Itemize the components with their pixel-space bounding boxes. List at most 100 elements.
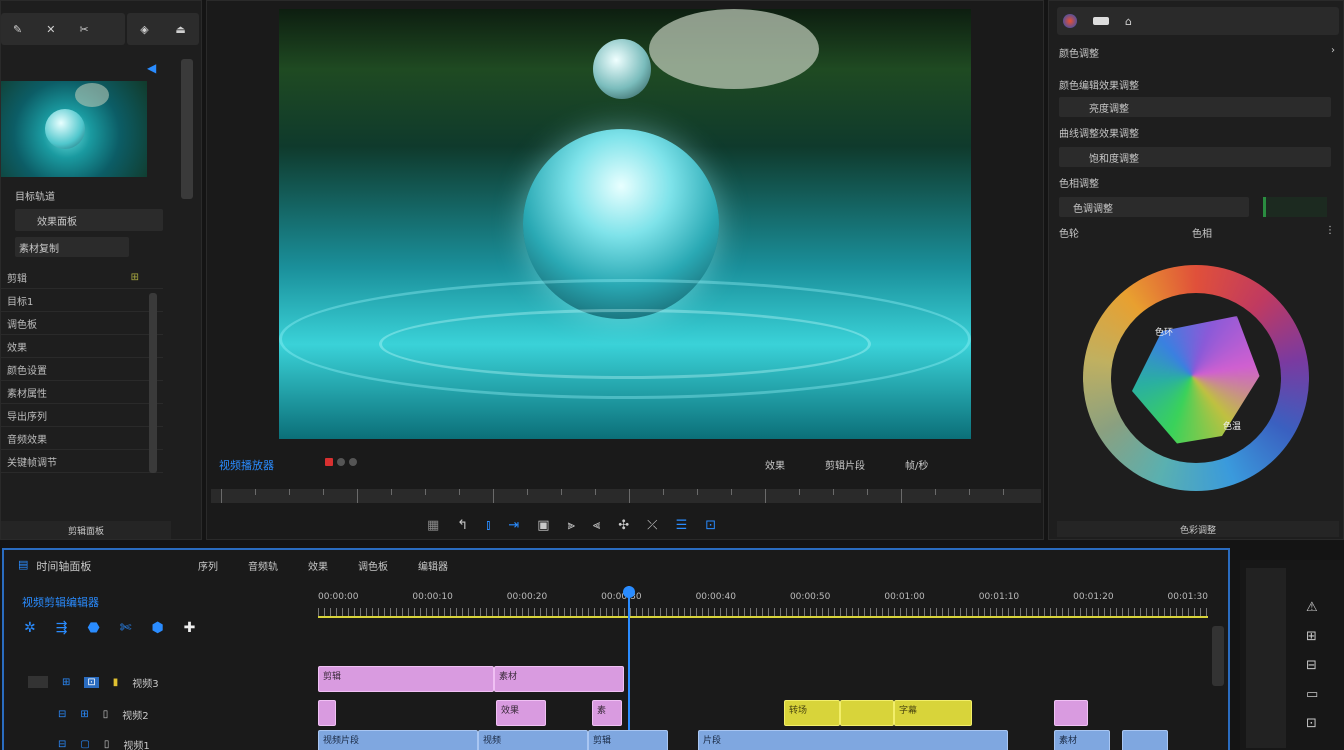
track-header[interactable]: ⊞ ⊡ ▮ 视频3 xyxy=(28,670,318,694)
chevron-right-icon[interactable]: › xyxy=(1331,45,1335,60)
list-item[interactable]: 颜色设置 xyxy=(1,359,163,381)
home-icon[interactable]: ⌂ xyxy=(1125,15,1132,28)
color-icon[interactable] xyxy=(1063,14,1077,28)
add-icon[interactable]: ✚ xyxy=(184,620,196,636)
clip-thumbnail[interactable] xyxy=(1,81,147,177)
bin-icon[interactable]: ◀ xyxy=(147,61,156,75)
wheel-label-right: 色温 xyxy=(1223,422,1242,432)
transport-controls: ▦ ↰ ⫾ ⇥ ▣ ⫸ ⫷ ✣ ⤫ ☰ ⊡ xyxy=(427,513,827,537)
clip[interactable] xyxy=(318,700,336,726)
prop-row-label: 目标轨道 xyxy=(15,191,55,203)
panel-icon[interactable]: ▭ xyxy=(1306,687,1318,702)
clip[interactable]: 素 xyxy=(592,700,622,726)
list-item[interactable]: 素材属性 xyxy=(1,382,163,404)
prop-field-1[interactable]: 效果面板 xyxy=(15,209,163,231)
frame-icon[interactable]: ⊡ xyxy=(1306,716,1318,731)
timeline-tools: ✲ ⇶ ⬣ ✄ ⬢ ✚ xyxy=(24,620,195,636)
close-icon[interactable]: ✕ xyxy=(46,23,55,36)
ripple-icon[interactable]: ⬣ xyxy=(87,620,99,636)
clip[interactable]: 视频 xyxy=(478,730,588,750)
scissors-icon[interactable]: ✂ xyxy=(79,23,88,36)
timecode-label: 00:00:50 xyxy=(789,592,831,602)
video-frame[interactable] xyxy=(279,9,971,439)
list-item[interactable]: 目标1 xyxy=(1,290,163,312)
track-header[interactable]: ⊟ ⊞ ▯ 视频2 xyxy=(58,702,318,726)
clip[interactable]: 素材 xyxy=(494,666,624,692)
scrub-tick xyxy=(357,489,358,503)
go-to-in-icon[interactable]: ⇥ xyxy=(508,518,519,533)
grid-icon[interactable]: ⊞ xyxy=(1306,629,1318,644)
razor-icon[interactable]: ✄ xyxy=(120,620,132,636)
collapse-icon[interactable]: ⊟ xyxy=(1306,658,1318,673)
effects-label[interactable]: 效果 xyxy=(765,457,785,472)
export-frame-icon[interactable]: ⊡ xyxy=(705,518,716,533)
tab-effects[interactable]: 效果 xyxy=(308,558,328,573)
fps-label[interactable]: 帧/秒 xyxy=(905,457,928,472)
tab-editor[interactable]: 编辑器 xyxy=(418,558,448,573)
clip[interactable] xyxy=(1122,730,1168,750)
time-ruler[interactable]: 00:00:00 00:00:10 00:00:20 00:00:30 00:00:40… xyxy=(318,588,1208,618)
clip[interactable]: 剪辑 xyxy=(588,730,668,750)
list-item[interactable]: 关键帧调节 xyxy=(1,451,163,473)
pen-icon[interactable]: ✎ xyxy=(13,23,22,36)
menu-icon[interactable]: ☰ xyxy=(676,518,688,533)
prop-row-1[interactable]: 目标轨道 xyxy=(1,185,161,205)
tab-audio[interactable]: 音频轨 xyxy=(248,558,278,573)
slip-icon[interactable]: ⬢ xyxy=(151,620,163,636)
diamond-icon[interactable]: ◈ xyxy=(140,23,148,36)
clip[interactable]: 剪辑 xyxy=(318,666,494,692)
clip[interactable] xyxy=(1054,700,1088,726)
prop-field-2[interactable]: 素材复制 xyxy=(15,237,129,257)
toggle-icon[interactable] xyxy=(1093,17,1109,25)
list-item[interactable]: 音频效果 xyxy=(1,428,163,450)
insert-icon[interactable]: ✣ xyxy=(618,518,629,533)
prop-field-label: 效果面板 xyxy=(37,216,77,228)
tone-swatch[interactable] xyxy=(1263,197,1327,217)
clip[interactable] xyxy=(840,700,894,726)
track-header[interactable]: ⊟ ▢ ▯ 视频1 xyxy=(58,732,318,750)
scrub-tick xyxy=(969,489,970,495)
scrub-tick xyxy=(527,489,528,495)
rewind-icon[interactable]: ⫷ xyxy=(593,518,600,533)
left-scrollbar[interactable] xyxy=(181,59,193,199)
list-item[interactable]: 导出序列 xyxy=(1,405,163,427)
scrub-tick xyxy=(561,489,562,495)
overwrite-icon[interactable]: ⤫ xyxy=(647,518,657,533)
stop-icon[interactable]: ▣ xyxy=(537,518,549,533)
clip[interactable]: 素材 xyxy=(1054,730,1110,750)
track-select-icon[interactable]: ⇶ xyxy=(56,620,68,636)
record-indicator[interactable] xyxy=(325,458,357,466)
list-item[interactable]: 效果 xyxy=(1,336,163,358)
wheel-label-left: 色环 xyxy=(1155,328,1174,338)
prop-field-label: 素材复制 xyxy=(19,243,59,255)
timecode-label: 00:01:30 xyxy=(1167,592,1208,602)
play-icon[interactable]: ⫸ xyxy=(568,518,575,533)
tone-field[interactable]: 色调调整 xyxy=(1059,197,1249,217)
color-wheel[interactable]: 色环 色温 xyxy=(1083,265,1309,491)
clip[interactable]: 片段 xyxy=(698,730,1008,750)
timeline-scrollbar[interactable] xyxy=(1212,626,1224,686)
scrub-tick xyxy=(323,489,324,495)
mark-out-icon[interactable]: ⫾ xyxy=(486,518,490,533)
tab-sequence[interactable]: 序列 xyxy=(198,558,218,573)
viewer-scrubber[interactable] xyxy=(211,489,1041,503)
clip[interactable]: 视频片段 xyxy=(318,730,478,750)
saturation-field[interactable]: 饱和度调整 xyxy=(1059,147,1331,167)
clip[interactable]: 转场 xyxy=(784,700,840,726)
tab-palette[interactable]: 调色板 xyxy=(358,558,388,573)
export-icon[interactable]: ⏏ xyxy=(175,23,185,36)
brightness-field[interactable]: 亮度调整 xyxy=(1059,97,1331,117)
clip[interactable]: 字幕 xyxy=(894,700,972,726)
select-tool-icon[interactable]: ✲ xyxy=(24,620,36,636)
warning-icon[interactable]: ⚠ xyxy=(1306,600,1318,615)
clip-label[interactable]: 剪辑片段 xyxy=(825,457,865,472)
timecode-label: 00:01:10 xyxy=(978,592,1020,602)
clip[interactable]: 效果 xyxy=(496,700,546,726)
track-area[interactable]: 剪辑 素材 效果 素 转场 字幕 视频片段 视频 剪辑 片段 素材 xyxy=(318,666,1208,750)
list-item[interactable]: 剪辑 ⊞ xyxy=(1,267,163,289)
list-item[interactable]: 调色板 xyxy=(1,313,163,335)
safe-margins-icon[interactable]: ▦ xyxy=(427,518,439,533)
mark-in-icon[interactable]: ↰ xyxy=(457,518,468,533)
list-scrollbar[interactable] xyxy=(149,293,157,473)
more-icon[interactable]: ⋮ xyxy=(1325,225,1335,240)
